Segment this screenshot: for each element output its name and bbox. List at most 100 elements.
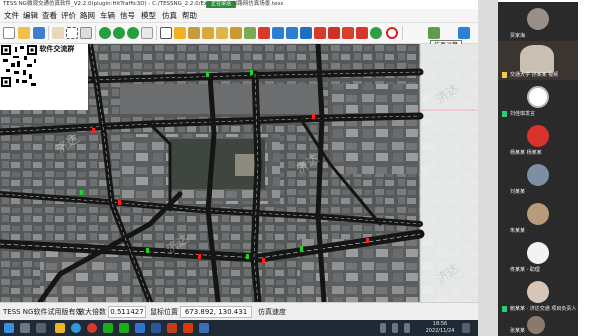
- participant-name: 朱某某: [510, 228, 526, 234]
- zoom-out-icon[interactable]: [113, 27, 125, 39]
- mic-icon: [502, 111, 507, 117]
- participant-photo: [527, 8, 549, 30]
- participant-tile[interactable]: 杨某某 杨某某: [498, 119, 578, 158]
- pause-icon[interactable]: [386, 27, 398, 39]
- participant-name: 刘某某: [510, 189, 526, 195]
- menu-file[interactable]: 文件: [4, 9, 19, 23]
- taskbar-clock[interactable]: 18:56 2022/11/24: [423, 321, 457, 335]
- participant-tile[interactable]: 刘佳琪发言: [498, 80, 578, 119]
- browser-icon[interactable]: [71, 323, 81, 333]
- menu-view[interactable]: 查看: [42, 9, 57, 23]
- area-icon[interactable]: [202, 27, 214, 39]
- tessng-taskbar-icon[interactable]: [199, 323, 209, 333]
- mouse-position-value: 673.892, 130.431: [180, 306, 252, 318]
- decision-icon[interactable]: [328, 27, 340, 39]
- menu-evaluate[interactable]: 评价: [61, 9, 76, 23]
- word-icon[interactable]: [151, 323, 161, 333]
- participant-tile[interactable]: 刘某某: [498, 158, 578, 197]
- save-icon[interactable]: [33, 27, 45, 39]
- network-icon[interactable]: [392, 323, 398, 333]
- speed-limit-icon[interactable]: [342, 27, 354, 39]
- menu-vehicle[interactable]: 车辆: [100, 9, 115, 23]
- os-taskbar: 18:56 2022/11/24: [0, 320, 478, 336]
- hand-pan-icon[interactable]: [52, 27, 64, 39]
- signal-icon[interactable]: [244, 27, 256, 39]
- volume-icon[interactable]: [404, 323, 410, 333]
- trial-notice: TESS NG软件试用版有效: [3, 308, 83, 316]
- participant-photo: [527, 164, 549, 186]
- speaking-indicator: 正在讲话: [206, 1, 236, 8]
- search-icon[interactable]: [20, 323, 30, 333]
- tray-icon[interactable]: [380, 323, 386, 333]
- participant-video: [520, 45, 554, 73]
- participant-name: 刘佳琪发言: [510, 111, 536, 117]
- participant-avatar: [527, 242, 549, 264]
- menu-edit[interactable]: 编辑: [23, 9, 38, 23]
- title-bar: TESS NG微观交通仿真软件_V2.2.0(plugin:HitTraffic…: [0, 0, 478, 9]
- tessng-window: TESS NG微观交通仿真软件_V2.2.0(plugin:HitTraffic…: [0, 0, 478, 336]
- participant-tile[interactable]: 佟某某 · 助理: [498, 236, 578, 275]
- detector-icon[interactable]: [230, 27, 242, 39]
- arrow-icon[interactable]: [458, 27, 470, 39]
- chrome-icon[interactable]: [87, 323, 97, 333]
- mic-icon: [502, 72, 507, 78]
- status-bar: TESS NG软件试用版有效 放大倍数 0.511427 鼠标位置 673.89…: [0, 302, 478, 320]
- screen: TESS NG微观交通仿真软件_V2.2.0(plugin:HitTraffic…: [0, 0, 589, 336]
- toolbar: [0, 23, 478, 44]
- network-canvas[interactable]: 济达 济达 济达 济达 济达 企业公众号 软件交流群: [0, 44, 478, 302]
- wechat-icon[interactable]: [103, 323, 113, 333]
- pointer-icon[interactable]: [160, 27, 172, 39]
- selection-icon[interactable]: [66, 27, 78, 39]
- participant-tile[interactable]: 交通大学 孙某某 视频: [498, 41, 578, 80]
- file-explorer-icon[interactable]: [55, 323, 65, 333]
- grid-icon[interactable]: [141, 27, 153, 39]
- connector-icon[interactable]: [188, 27, 200, 39]
- participant-avatar: [527, 125, 549, 147]
- participant-tile[interactable]: 鲍某某 · 济达交通 项目负责人: [498, 275, 578, 314]
- camera-icon[interactable]: [300, 27, 312, 39]
- participant-avatar: [527, 86, 549, 108]
- powerpoint-icon[interactable]: [167, 323, 177, 333]
- simulation-run-icon[interactable]: [428, 27, 440, 39]
- bus-line-icon[interactable]: [272, 27, 284, 39]
- clock-time: 18:56: [432, 321, 448, 327]
- open-folder-icon[interactable]: [18, 27, 30, 39]
- wechat-work-icon[interactable]: [119, 323, 129, 333]
- parking-icon[interactable]: [258, 27, 270, 39]
- toolbar-separator: [402, 26, 403, 40]
- participant-name: 佟某某 · 助理: [510, 267, 540, 273]
- participant-name: 交通大学 孙某某 视频: [510, 72, 559, 78]
- participant-tile[interactable]: 朱某某: [498, 197, 578, 236]
- settings-icon[interactable]: [356, 27, 368, 39]
- meeting-app-icon[interactable]: [135, 323, 145, 333]
- menu-signal[interactable]: 信号: [120, 9, 135, 23]
- delete-icon[interactable]: [314, 27, 326, 39]
- mouse-icon[interactable]: [80, 27, 92, 39]
- zoom-in-icon[interactable]: [99, 27, 111, 39]
- start-icon[interactable]: [4, 323, 14, 333]
- participant-photo: [527, 281, 549, 303]
- menu-simulate[interactable]: 仿真: [162, 9, 177, 23]
- menu-model[interactable]: 模型: [141, 9, 156, 23]
- pdf-icon[interactable]: [183, 323, 193, 333]
- toolbar-separator: [48, 26, 49, 40]
- zoom-label: 放大倍数: [78, 308, 106, 316]
- run-icon[interactable]: [370, 27, 382, 39]
- menu-help[interactable]: 帮助: [182, 9, 197, 23]
- fit-view-icon[interactable]: [127, 27, 139, 39]
- mic-icon: [502, 306, 507, 312]
- task-view-icon[interactable]: [36, 323, 46, 333]
- toolbar-separator: [156, 26, 157, 40]
- bus-stop-icon[interactable]: [286, 27, 298, 39]
- participant-tile[interactable]: 张某某: [498, 314, 578, 336]
- route-icon[interactable]: [216, 27, 228, 39]
- sim-speed-label: 仿真速度: [258, 308, 286, 316]
- panel-divider: [478, 0, 498, 336]
- draw-link-icon[interactable]: [174, 27, 186, 39]
- participant-tile[interactable]: 贾家海: [498, 2, 578, 41]
- participant-name: 鲍某某 · 济达交通 项目负责人: [510, 306, 577, 312]
- notification-icon[interactable]: [462, 323, 470, 333]
- new-file-icon[interactable]: [3, 27, 15, 39]
- qr-code-panel: 企业公众号 软件交流群: [0, 44, 88, 110]
- menu-network[interactable]: 路网: [80, 9, 95, 23]
